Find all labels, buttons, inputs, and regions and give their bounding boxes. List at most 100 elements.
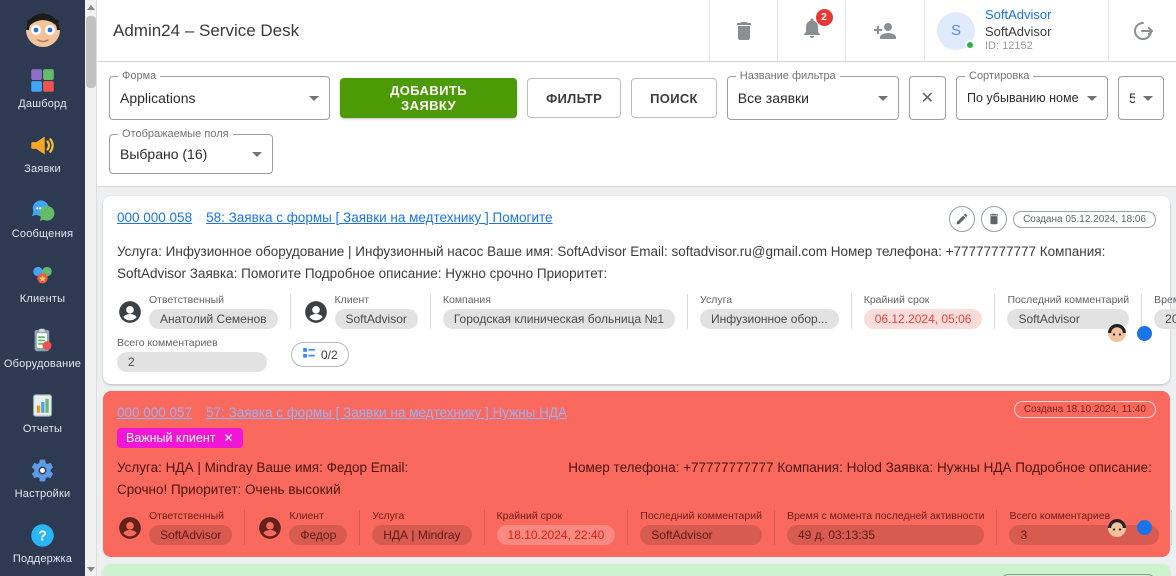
field-group: Уровень приоритетаОчень высокий <box>1171 510 1176 546</box>
person-icon <box>117 515 143 541</box>
toolbar-row-2: Отображаемые поля Выбрано (16) <box>109 128 1164 174</box>
field-value-chip: НДА | Mindray <box>372 525 472 546</box>
sidebar-menu: Дашборд Заявки Сообщения Клиенты Оборудовани… <box>0 56 85 576</box>
field-value-chip: 20:46:56 <box>1154 309 1176 330</box>
ticket-card: 000 000 05656: Заявка с формы [ Заявки н… <box>103 564 1170 576</box>
checklist-chip[interactable]: 0/2 <box>291 342 349 368</box>
trash-button[interactable] <box>709 0 777 61</box>
equipment-icon <box>29 327 56 354</box>
field-label: Клиент <box>334 294 370 307</box>
field-group: Крайний срок 18.10.2024, 22:40 <box>483 510 628 546</box>
edit-ticket-button[interactable] <box>949 206 976 232</box>
main-area: Admin24 – Service Desk 2 S SoftAdvisor S… <box>97 0 1176 576</box>
ticket-title-link[interactable]: 57: Заявка с формы [ Заявки на медтехник… <box>206 405 567 420</box>
scrollbar-thumb[interactable] <box>86 16 96 88</box>
top-bar: Admin24 – Service Desk 2 S SoftAdvisor S… <box>97 0 1176 62</box>
sidebar-item-equipment[interactable]: Оборудование <box>0 316 85 381</box>
field-label: Время с момента последней активности <box>1154 294 1176 307</box>
field-label: Крайний срок <box>496 510 563 523</box>
sidebar-item-settings[interactable]: Настройки <box>0 446 85 511</box>
ticket-links: 000 000 058 58: Заявка с формы [ Заявки н… <box>117 206 935 225</box>
person-icon <box>257 515 283 541</box>
scroll-down-button[interactable] <box>85 562 97 576</box>
client-tag: Важный клиент ✕ <box>117 428 243 449</box>
field-value-chip: Федор <box>289 525 348 546</box>
form-select-label: Форма <box>118 70 161 82</box>
ticket-fields-row: Всего комментариев 2 0/2 <box>117 337 1095 373</box>
sidebar-item-tickets[interactable]: Заявки <box>0 121 85 186</box>
field-label: Последний комментарий <box>1007 294 1130 307</box>
form-select[interactable]: Форма Applications <box>109 70 330 120</box>
svg-text:?: ? <box>38 529 47 545</box>
logout-button[interactable] <box>1108 0 1176 61</box>
field-group: Компания Городская клиническая больница №… <box>429 294 687 330</box>
ticket-description-text: Услуга: НДА | Mindray Ваше имя: Федор Em… <box>117 460 409 476</box>
notifications-button[interactable]: 2 <box>777 0 845 61</box>
sidebar-item-label: Оборудование <box>3 358 82 370</box>
sidebar-item-messages[interactable]: Сообщения <box>0 186 85 251</box>
filter-button[interactable]: ФИЛЬТР <box>527 78 622 118</box>
dropdown-arrow-icon <box>252 151 262 157</box>
filter-name-value: Все заявки <box>737 90 809 106</box>
ticket-card: 000 000 057 57: Заявка с формы [ Заявки н… <box>103 391 1173 558</box>
pencil-icon <box>956 213 968 225</box>
ticket-date-badge: Создана 05.12.2024, 18:06 <box>1013 210 1156 228</box>
field-column: Крайний срок 18.10.2024, 22:40 <box>496 510 616 546</box>
scroll-up-icon <box>87 4 95 10</box>
add-user-button[interactable] <box>845 0 924 61</box>
ticket-actions <box>949 206 1008 232</box>
sidebar-item-label: Настройки <box>14 488 71 500</box>
dropdown-arrow-icon <box>1143 95 1153 101</box>
bell-wrapper: 2 <box>800 9 833 45</box>
field-group: Крайний срок 06.12.2024, 05:06 <box>850 294 995 330</box>
add-ticket-button[interactable]: ДОБАВИТЬ ЗАЯВКУ <box>339 78 518 118</box>
ticket-title-link[interactable]: 58: Заявка с формы [ Заявки на медтехник… <box>206 210 552 225</box>
search-button[interactable]: ПОИСК <box>631 78 717 118</box>
visible-fields-select[interactable]: Отображаемые поля Выбрано (16) <box>109 128 273 174</box>
sort-select[interactable]: Сортировка По убыванию номера <box>956 70 1108 120</box>
sidebar-item-support[interactable]: ? Поддержка <box>0 511 85 576</box>
ticket-links: 000 000 057 57: Заявка с формы [ Заявки н… <box>117 401 1000 420</box>
sidebar-item-label: Сообщения <box>11 228 74 240</box>
sidebar-item-label: Поддержка <box>12 553 73 565</box>
field-value-chip: 49 д. 03:13:35 <box>786 525 985 546</box>
page-scrollbar[interactable] <box>85 0 97 576</box>
workspace-avatar[interactable] <box>0 0 85 56</box>
visible-fields-value: Выбрано (16) <box>120 146 208 162</box>
field-label: Всего комментариев <box>117 337 218 350</box>
field-label: Время с момента последней активности <box>786 510 985 523</box>
client-tag-label: Важный клиент <box>126 431 216 446</box>
ticket-number-link[interactable]: 000 000 058 <box>117 210 192 225</box>
sidebar-item-label: Отчеты <box>22 423 63 435</box>
tag-close-icon[interactable]: ✕ <box>223 431 233 445</box>
user-profile-link[interactable]: SoftAdvisor <box>985 7 1051 23</box>
sidebar-item-dashboard[interactable]: Дашборд <box>0 56 85 121</box>
form-select-value: Applications <box>120 90 196 106</box>
field-label: Клиент <box>289 510 324 523</box>
ticket-tag-row: Важный клиент ✕ <box>117 428 1156 449</box>
field-column: Время с момента последней активности 49 д… <box>786 510 985 546</box>
cartoon-avatar-icon <box>25 13 60 47</box>
filter-name-select[interactable]: Название фильтра Все заявки <box>726 70 899 120</box>
user-profile[interactable]: S SoftAdvisor SoftAdvisor ID: 12152 <box>924 0 1108 61</box>
status-dot-icon <box>1137 520 1152 536</box>
field-column: Клиент Федор <box>289 510 348 546</box>
clients-icon <box>29 262 56 289</box>
dashboard-icon <box>29 67 56 94</box>
ticket-number-link[interactable]: 000 000 057 <box>117 405 192 420</box>
clear-filter-button[interactable]: ✕ <box>908 76 946 120</box>
scroll-up-button[interactable] <box>85 0 97 14</box>
filter-name-label: Название фильтра <box>735 70 840 82</box>
sidebar-item-clients[interactable]: Клиенты <box>0 251 85 316</box>
field-value-chip: 06.12.2024, 05:06 <box>863 309 983 330</box>
sidebar-item-reports[interactable]: Отчеты <box>0 381 85 446</box>
ticket-description: Услуга: Инфузионное оборудование | Инфуз… <box>117 241 1156 284</box>
field-value-chip: Городская клиническая больница №1 <box>442 309 675 330</box>
sort-select-label: Сортировка <box>965 70 1034 82</box>
ticket-card-top: 000 000 058 58: Заявка с формы [ Заявки н… <box>117 206 1156 232</box>
page-size-select[interactable]: 5 <box>1118 76 1164 120</box>
field-value-chip: 2 <box>117 352 267 373</box>
field-value-chip: Анатолий Семенов <box>149 309 278 330</box>
field-column: Услуга НДА | Mindray <box>372 510 472 546</box>
delete-ticket-button[interactable] <box>981 206 1008 232</box>
